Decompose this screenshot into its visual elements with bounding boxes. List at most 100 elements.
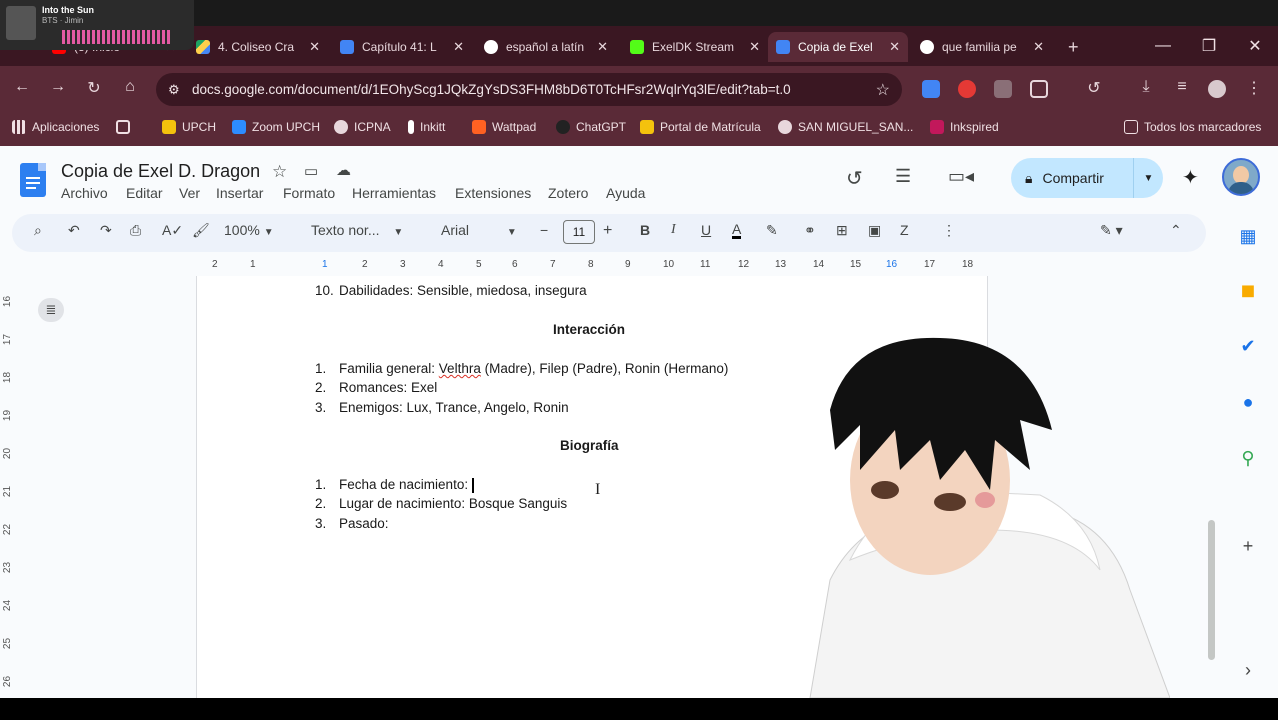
bookmark-upch[interactable]: UPCH (162, 120, 216, 134)
zoom-select[interactable]: 100% ▼ (224, 222, 274, 238)
share-button[interactable]: 🔒︎ Compartir ▼ (1011, 158, 1163, 198)
increase-font-size-button[interactable]: + (603, 222, 612, 240)
docs-logo-icon[interactable] (20, 163, 46, 197)
insert-image-icon[interactable]: ▣ (868, 222, 881, 239)
close-icon[interactable]: ✕ (597, 39, 608, 55)
gemini-icon[interactable]: ✦ (1182, 165, 1199, 190)
bookmark-zoom-upch[interactable]: Zoom UPCH (232, 120, 320, 134)
text-color-button[interactable]: A (732, 222, 742, 239)
scrollbar[interactable] (1208, 520, 1215, 660)
print-icon[interactable]: ⎙ (130, 222, 141, 239)
bookmark-inkspired[interactable]: Inkspired (930, 120, 999, 134)
menu-herramientas[interactable]: Herramientas (352, 185, 436, 201)
italic-button[interactable]: I (671, 222, 676, 238)
kebab-menu-icon[interactable]: ⋮ (1242, 78, 1266, 98)
tab-capitulo[interactable]: Capítulo 41: L ✕ (332, 32, 472, 62)
bookmark-inkitt[interactable]: Inkitt (408, 120, 445, 134)
redo-icon[interactable]: ↷ (100, 222, 112, 239)
menu-zotero[interactable]: Zotero (548, 185, 588, 201)
add-addon-icon[interactable]: + (1234, 532, 1262, 560)
meet-icon[interactable]: ▭◂ (948, 166, 974, 187)
close-icon[interactable]: ✕ (453, 39, 464, 55)
star-icon[interactable]: ☆ (272, 162, 287, 182)
media-control-icon[interactable]: ≡ (1170, 78, 1194, 96)
menu-extensiones[interactable]: Extensiones (455, 185, 531, 201)
back-icon[interactable]: ← (10, 78, 34, 96)
bookmark-wattpad[interactable]: Wattpad (472, 120, 536, 134)
extensions-icon[interactable] (1030, 80, 1048, 98)
decrease-font-size-button[interactable]: − (540, 222, 548, 238)
forward-icon[interactable]: → (46, 78, 70, 96)
tab-copia-exel[interactable]: Copia de Exel ✕ (768, 32, 908, 62)
menu-ver[interactable]: Ver (179, 185, 200, 201)
new-tab-button[interactable]: + (1060, 32, 1090, 62)
comments-icon[interactable]: ☰ (895, 166, 911, 187)
document-outline-button[interactable]: ≣ (38, 298, 64, 322)
zotero-extension-icon[interactable] (994, 80, 1012, 98)
add-comment-icon[interactable]: ⊞ (836, 222, 848, 239)
link-icon[interactable]: ⚭ (804, 222, 816, 239)
bookmark-aplicaciones[interactable]: Aplicaciones (12, 120, 99, 134)
expand-panel-icon[interactable]: › (1234, 656, 1262, 684)
move-folder-icon[interactable]: ▭ (304, 162, 318, 180)
bold-button[interactable]: B (640, 222, 650, 238)
menu-editar[interactable]: Editar (126, 185, 163, 201)
bookmark-san-miguel[interactable]: SAN MIGUEL_SAN... (778, 120, 913, 134)
contacts-icon[interactable]: ● (1234, 388, 1262, 416)
profile-avatar-icon[interactable] (1208, 80, 1226, 98)
menu-formato[interactable]: Formato (283, 185, 335, 201)
media-overlay[interactable]: Into the Sun BTS · Jimin (0, 0, 194, 50)
maps-icon[interactable]: ⚲ (1234, 444, 1262, 472)
bookmark-all-folder[interactable]: Todos los marcadores (1124, 120, 1261, 134)
more-options-icon[interactable]: ⋮ (942, 222, 956, 239)
close-icon[interactable]: ✕ (1033, 39, 1044, 55)
chevron-down-icon[interactable]: ▼ (1133, 158, 1163, 198)
document-title[interactable]: Copia de Exel D. Dragon (61, 161, 260, 182)
indent-marker[interactable]: 1 (322, 259, 328, 270)
paint-format-icon[interactable]: 🖌︎ (192, 222, 210, 239)
cloud-status-icon[interactable]: ☁ (336, 161, 351, 179)
tab-drive[interactable]: 4. Coliseo Cra ✕ (188, 32, 328, 62)
underline-button[interactable]: U (701, 222, 711, 238)
bookmark-star-icon[interactable]: ☆ (876, 80, 890, 100)
spellcheck-icon[interactable]: A✓ (162, 222, 183, 239)
home-icon[interactable]: ⌂ (118, 78, 142, 96)
paragraph-style-select[interactable]: Texto nor... ▼ (311, 222, 403, 238)
bookmark-portal-matricula[interactable]: Portal de Matrícula (640, 120, 761, 134)
font-family-select[interactable]: Arial ▼ (441, 222, 517, 238)
account-avatar[interactable] (1222, 158, 1260, 196)
minimize-icon[interactable]: — (1140, 26, 1186, 66)
site-info-icon[interactable]: ⚙ (168, 82, 180, 98)
keep-icon[interactable]: ◼ (1234, 276, 1262, 304)
highlight-icon[interactable]: ✎ (766, 222, 778, 239)
version-history-icon[interactable]: ↺ (846, 166, 863, 191)
close-icon[interactable]: ✕ (889, 39, 900, 55)
menu-ayuda[interactable]: Ayuda (606, 185, 645, 201)
close-icon[interactable]: ✕ (749, 39, 760, 55)
bookmark-icpna[interactable]: ICPNA (334, 120, 391, 134)
close-icon[interactable]: ✕ (309, 39, 320, 55)
tab-que-familia[interactable]: que familia pe ✕ (912, 32, 1052, 62)
tasks-icon[interactable]: ✔ (1234, 332, 1262, 360)
menu-insertar[interactable]: Insertar (216, 185, 263, 201)
history-icon[interactable]: ↺ (1082, 78, 1106, 98)
bookmark-chatgpt[interactable]: ChatGPT (556, 120, 626, 134)
tab-espanol[interactable]: español a latín ✕ (476, 32, 616, 62)
url-field[interactable]: ⚙ docs.google.com/document/d/1EOhyScg1JQ… (156, 73, 902, 106)
menu-archivo[interactable]: Archivo (61, 185, 108, 201)
download-icon[interactable]: ⤓ (1134, 78, 1158, 96)
translate-extension-icon[interactable] (922, 80, 940, 98)
undo-icon[interactable]: ↶ (68, 222, 80, 239)
reload-icon[interactable]: ↻ (82, 78, 106, 98)
hide-menus-icon[interactable]: ⌃ (1170, 222, 1182, 239)
adblock-extension-icon[interactable] (958, 80, 976, 98)
zotero-toolbar-icon[interactable]: Z (900, 222, 909, 238)
maximize-icon[interactable]: ❐ (1186, 26, 1232, 66)
close-window-icon[interactable]: ✕ (1232, 26, 1278, 66)
calendar-icon[interactable]: ▦ (1234, 222, 1262, 250)
editing-mode-icon[interactable]: ✎ ▾ (1100, 222, 1123, 239)
tab-kick[interactable]: ExelDK Stream ✕ (622, 32, 768, 62)
font-size-input[interactable]: 11 (563, 220, 595, 244)
bookmark-grid[interactable] (116, 120, 136, 134)
search-menus-icon[interactable]: ⌕ (34, 222, 42, 239)
